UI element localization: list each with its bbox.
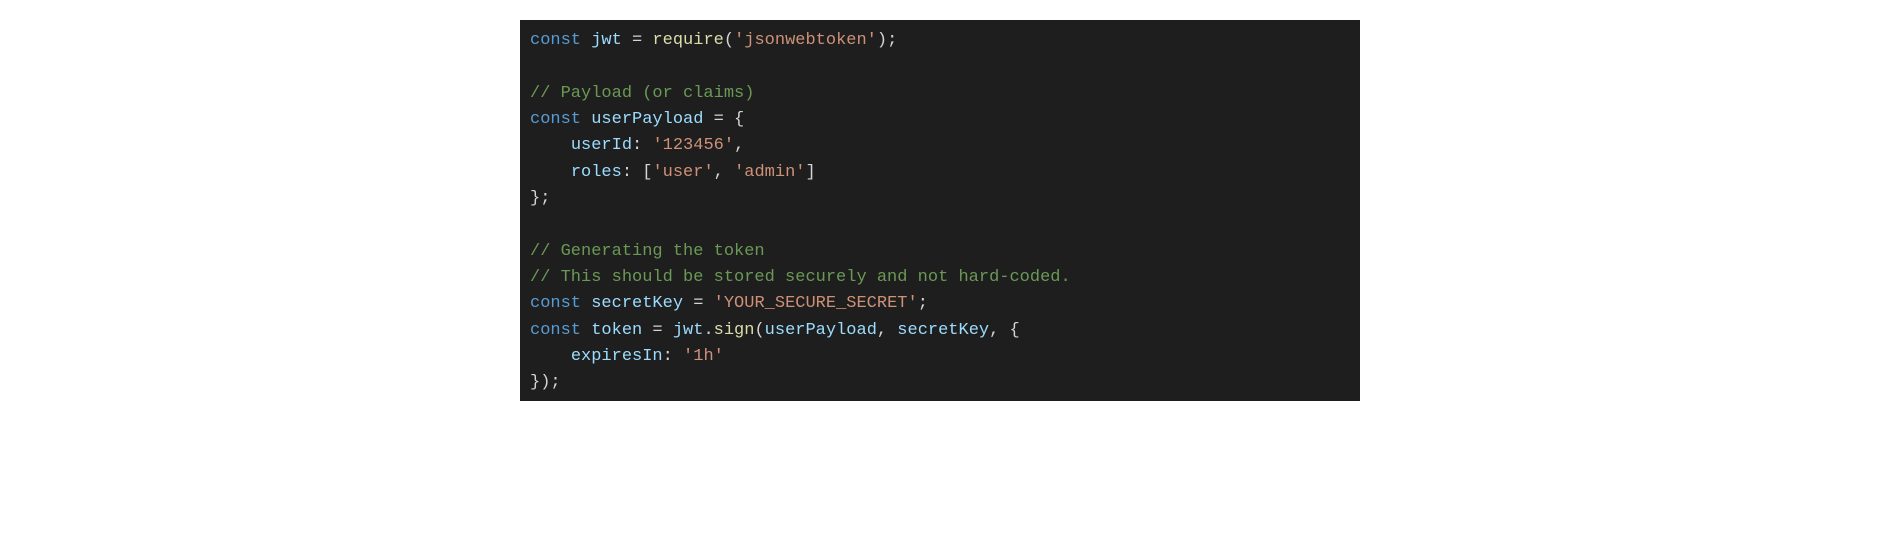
code-line: }); [530, 370, 1350, 396]
code-token: : [663, 347, 683, 366]
code-token [530, 57, 540, 76]
code-line: userId: '123456', [530, 133, 1350, 159]
code-line: const userPayload = { [530, 107, 1350, 133]
code-token: , [734, 136, 744, 155]
code-block: const jwt = require('jsonwebtoken'); // … [520, 20, 1360, 401]
code-line: }; [530, 186, 1350, 212]
code-token: . [703, 321, 713, 340]
code-line: roles: ['user', 'admin'] [530, 160, 1350, 186]
code-token [581, 110, 591, 129]
code-line: const secretKey = 'YOUR_SECURE_SECRET'; [530, 291, 1350, 317]
code-token: expiresIn [571, 347, 663, 366]
code-line: // Generating the token [530, 239, 1350, 265]
code-line: // This should be stored securely and no… [530, 265, 1350, 291]
code-token: token [591, 321, 642, 340]
code-token: userPayload [591, 110, 703, 129]
code-token: , [877, 321, 897, 340]
code-token: const [530, 321, 581, 340]
code-token: userPayload [765, 321, 877, 340]
code-token: = { [703, 110, 744, 129]
code-token: = [622, 31, 653, 50]
code-line: const token = jwt.sign(userPayload, secr… [530, 318, 1350, 344]
code-line [530, 54, 1350, 80]
code-token: = [642, 321, 673, 340]
code-line: // Payload (or claims) [530, 81, 1350, 107]
code-token: // Generating the token [530, 242, 765, 261]
code-token: const [530, 31, 581, 50]
code-token: }); [530, 373, 561, 392]
code-token: // This should be stored securely and no… [530, 268, 1071, 287]
code-line: expiresIn: '1h' [530, 344, 1350, 370]
code-line [530, 212, 1350, 238]
code-token: }; [530, 189, 550, 208]
code-token: ( [724, 31, 734, 50]
code-token: '1h' [683, 347, 724, 366]
code-token: ] [805, 163, 815, 182]
code-token [581, 321, 591, 340]
code-token: ; [918, 294, 928, 313]
code-token: roles [571, 163, 622, 182]
code-token: secretKey [897, 321, 989, 340]
code-token: jwt [591, 31, 622, 50]
code-token: = [683, 294, 714, 313]
code-token [581, 294, 591, 313]
code-line: const jwt = require('jsonwebtoken'); [530, 28, 1350, 54]
code-token: ); [877, 31, 897, 50]
code-token: '123456' [652, 136, 734, 155]
code-token [581, 31, 591, 50]
code-token [530, 163, 571, 182]
code-token: // Payload (or claims) [530, 84, 754, 103]
code-token: 'jsonwebtoken' [734, 31, 877, 50]
code-token: 'YOUR_SECURE_SECRET' [714, 294, 918, 313]
code-token: const [530, 110, 581, 129]
code-token: userId [571, 136, 632, 155]
code-token: : [632, 136, 652, 155]
code-token [530, 347, 571, 366]
code-token: , { [989, 321, 1020, 340]
code-token [530, 215, 540, 234]
code-token: , [714, 163, 734, 182]
code-token: secretKey [591, 294, 683, 313]
code-token: sign [714, 321, 755, 340]
code-token: 'admin' [734, 163, 805, 182]
code-token: const [530, 294, 581, 313]
code-token: ( [754, 321, 764, 340]
code-token: : [ [622, 163, 653, 182]
code-token: jwt [673, 321, 704, 340]
code-token: require [652, 31, 723, 50]
code-token [530, 136, 571, 155]
code-token: 'user' [652, 163, 713, 182]
